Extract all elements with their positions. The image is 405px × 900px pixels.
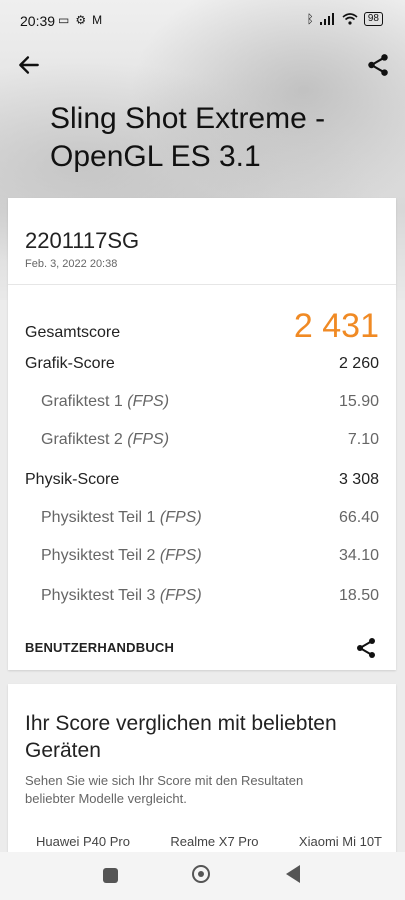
bluetooth-icon: ᛒ — [306, 12, 314, 26]
mail-icon: M — [92, 13, 103, 27]
result-date: Feb. 3, 2022 20:38 — [25, 258, 118, 270]
physics-test-3-value: 18.50 — [338, 587, 379, 604]
compare-device[interactable]: Xiaomi Mi 10T — [299, 834, 382, 849]
compare-card: Ihr Score verglichen mit beliebten Gerät… — [8, 684, 396, 854]
result-card: 2201117SG Feb. 3, 2022 20:38 Gesamtscore… — [8, 198, 396, 670]
divider — [8, 284, 396, 285]
graphics-score-label: Grafik-Score — [25, 355, 115, 372]
physics-test-1-label: Physiktest Teil 1 (FPS) — [41, 509, 202, 526]
share-icon[interactable] — [365, 52, 391, 78]
physics-test-2-label: Physiktest Teil 2 (FPS) — [41, 547, 202, 564]
device-name: 2201117SG — [25, 228, 140, 253]
total-score-value: 2 431 — [293, 306, 379, 345]
compare-device[interactable]: Huawei P40 Pro — [36, 834, 130, 849]
physics-test-2-value: 34.10 — [338, 547, 379, 564]
physics-test-1-row: Physiktest Teil 1 (FPS) 66.40 — [25, 506, 379, 530]
page-title: Sling Shot Extreme - OpenGL ES 3.1 — [50, 102, 326, 173]
status-bar: 20:39 ▭ ⚙ M ᛒ 98 — [0, 0, 405, 40]
physics-score-row: Physik-Score 3 308 — [25, 468, 379, 492]
gear-icon: ⚙ — [75, 13, 87, 27]
graphics-test-2-row: Grafiktest 2 (FPS) 7.10 — [25, 428, 379, 452]
physics-test-2-row: Physiktest Teil 2 (FPS) 34.10 — [25, 544, 379, 568]
graphics-test-2-value: 7.10 — [347, 431, 379, 448]
physics-score-label: Physik-Score — [25, 471, 120, 488]
status-notification-icons: ▭ ⚙ M — [58, 13, 102, 27]
graphics-test-1-label: Grafiktest 1 (FPS) — [41, 393, 170, 410]
home-icon[interactable] — [192, 865, 210, 883]
status-system-icons: ᛒ 98 — [307, 12, 383, 26]
physics-score-value: 3 308 — [338, 471, 379, 488]
compare-device[interactable]: Realme X7 Pro — [170, 834, 258, 849]
battery-icon: 98 — [363, 12, 383, 26]
physics-test-3-label: Physiktest Teil 3 (FPS) — [41, 587, 202, 604]
total-score-label: Gesamtscore — [25, 324, 121, 341]
physics-test-1-value: 66.40 — [338, 509, 379, 526]
graphics-test-1-row: Grafiktest 1 (FPS) 15.90 — [25, 390, 379, 414]
graphics-test-1-value: 15.90 — [338, 393, 379, 410]
back-triangle-icon[interactable] — [286, 865, 300, 883]
recents-icon[interactable] — [103, 868, 118, 883]
physics-test-3-row: Physiktest Teil 3 (FPS) 18.50 — [25, 584, 379, 608]
status-time: 20:39 — [20, 13, 56, 29]
signal-icon — [319, 13, 334, 25]
compare-title: Ihr Score verglichen mit beliebten Gerät… — [25, 712, 337, 762]
screen-icon: ▭ — [58, 13, 70, 27]
graphics-test-2-label: Grafiktest 2 (FPS) — [41, 431, 170, 448]
share-icon[interactable] — [354, 636, 378, 660]
compare-description: Sehen Sie wie sich Ihr Score mit den Res… — [25, 773, 304, 806]
user-manual-link[interactable]: BENUTZERHANDBUCH — [25, 640, 174, 655]
navigation-bar — [0, 852, 405, 900]
wifi-icon — [342, 13, 358, 25]
compare-device-list: Huawei P40 Pro Realme X7 Pro Xiaomi Mi 1… — [8, 834, 396, 849]
graphics-score-row: Grafik-Score 2 260 — [25, 352, 379, 376]
total-score-row: Gesamtscore 2 431 — [25, 304, 379, 348]
arrow-left-icon[interactable] — [16, 52, 42, 78]
graphics-score-value: 2 260 — [338, 355, 379, 372]
